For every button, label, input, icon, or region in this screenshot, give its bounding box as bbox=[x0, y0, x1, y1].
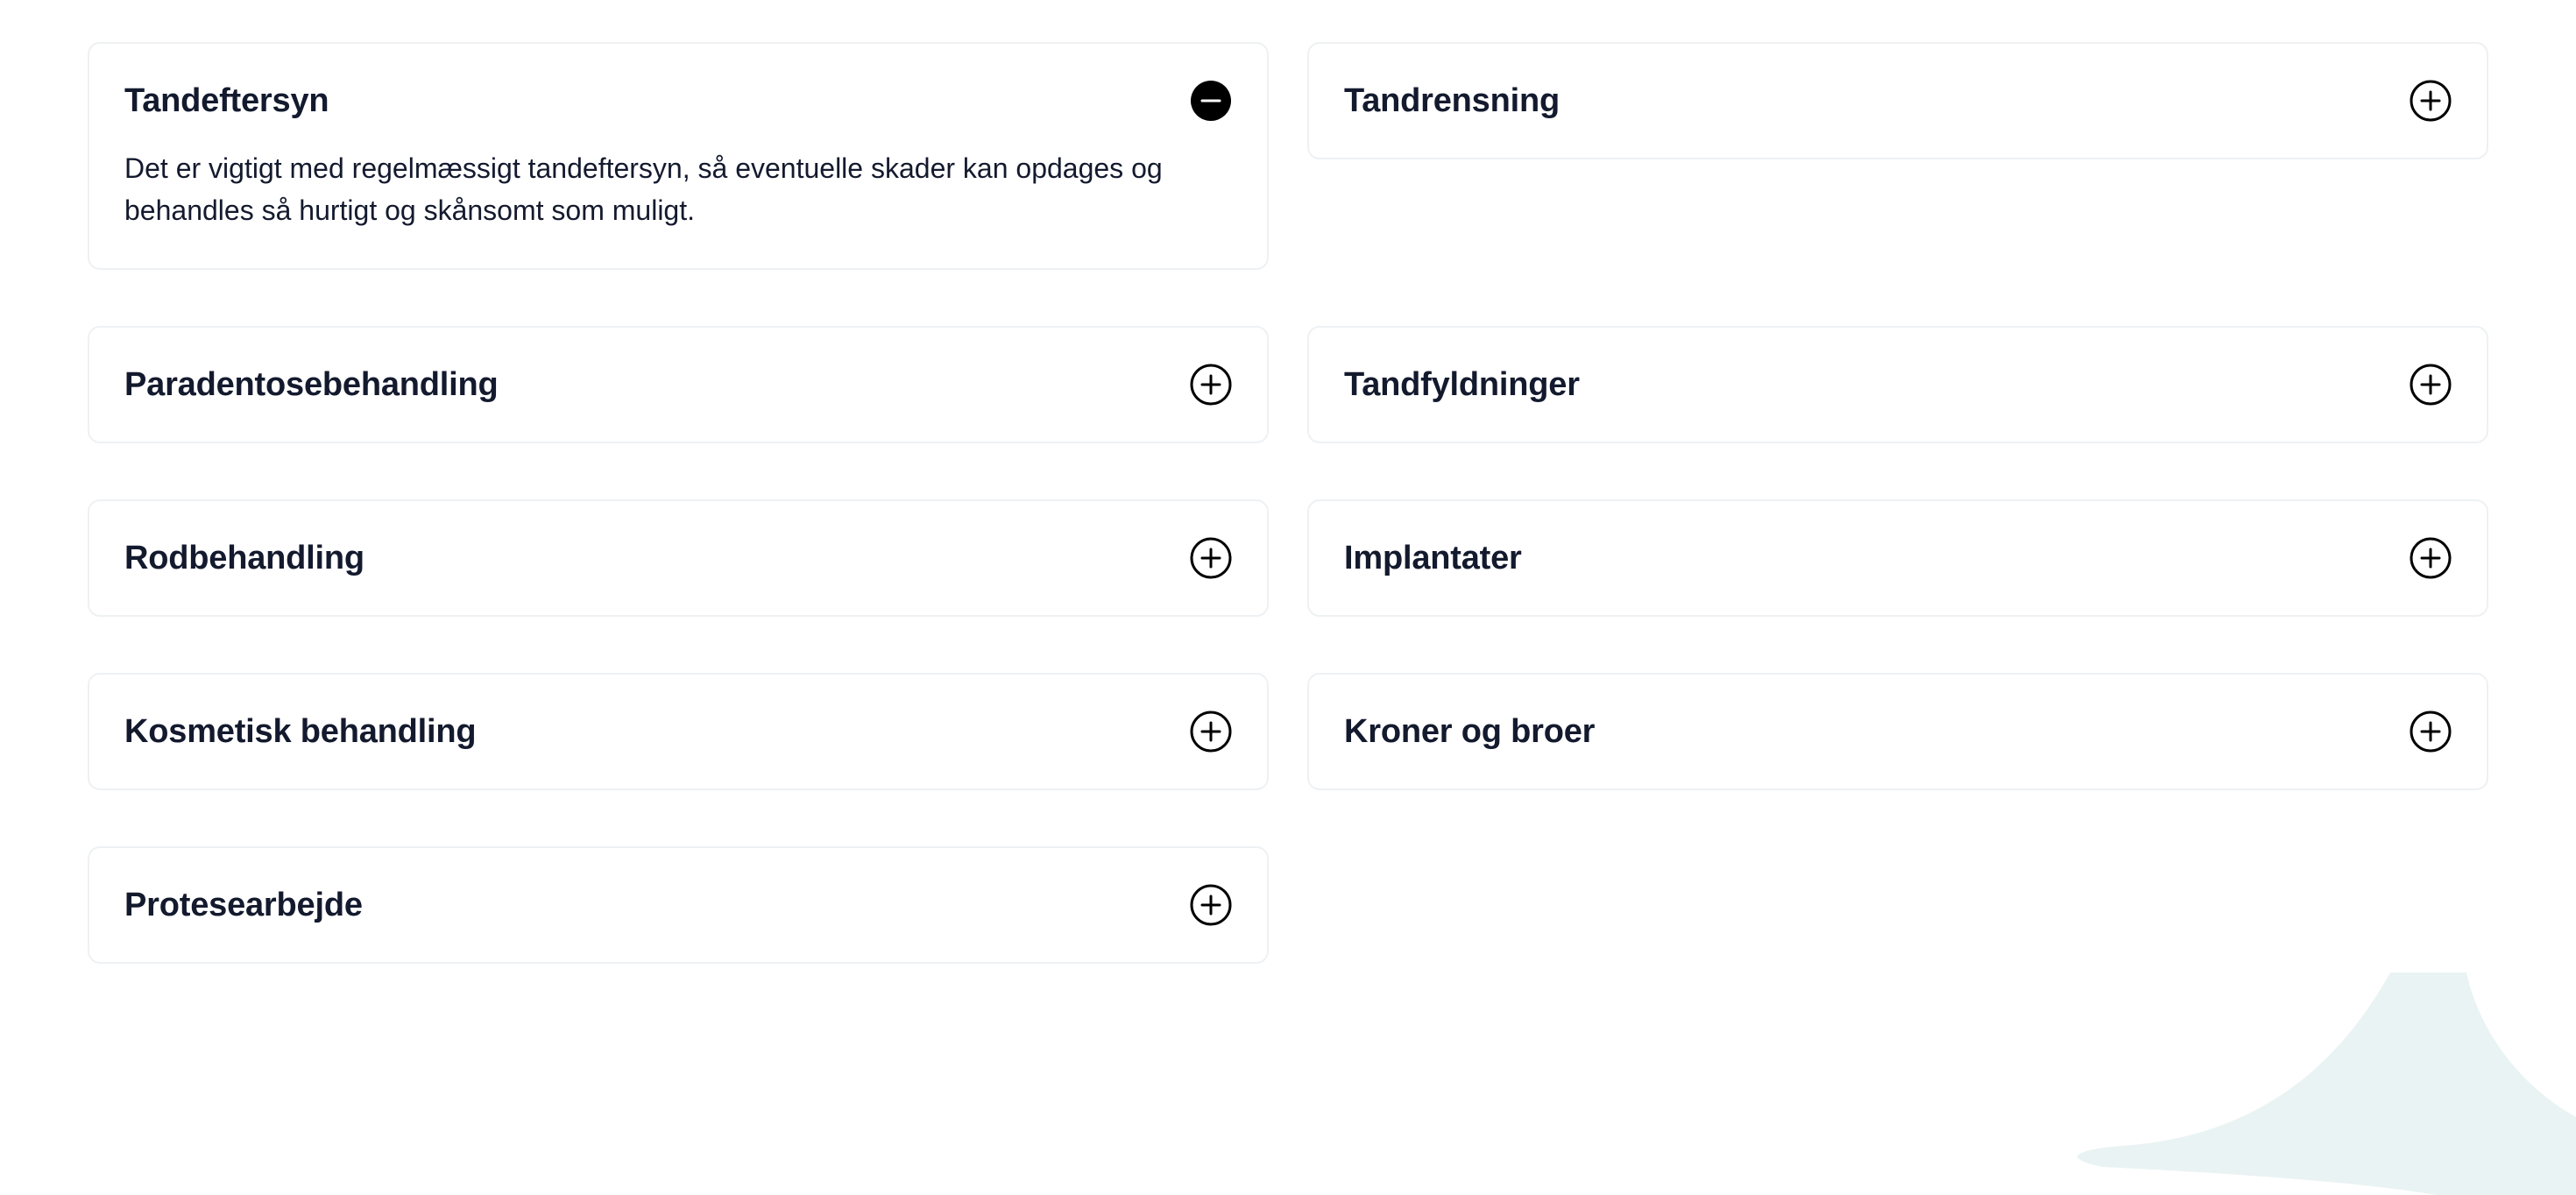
accordion-item-tandeftersyn: Tandeftersyn Det er vigtigt med regelmæs… bbox=[88, 42, 1269, 270]
accordion-title: Kroner og broer bbox=[1344, 712, 1596, 750]
accordion-item-paradentosebehandling: Paradentosebehandling bbox=[88, 326, 1269, 443]
accordion-header-rodbehandling[interactable]: Rodbehandling bbox=[124, 501, 1232, 615]
plus-circle-icon[interactable] bbox=[2410, 80, 2452, 122]
accordion-item-tandfyldninger: Tandfyldninger bbox=[1307, 326, 2488, 443]
plus-circle-icon[interactable] bbox=[1190, 537, 1232, 579]
accordion-item-protesearbejde: Protesearbejde bbox=[88, 846, 1269, 964]
accordion-header-protesearbejde[interactable]: Protesearbejde bbox=[124, 848, 1232, 962]
accordion-item-kosmetisk-behandling: Kosmetisk behandling bbox=[88, 673, 1269, 790]
accordion-title: Tandrensning bbox=[1344, 81, 1560, 119]
plus-circle-icon[interactable] bbox=[2410, 537, 2452, 579]
accordion-title: Paradentosebehandling bbox=[124, 365, 499, 403]
accordion-title: Tandfyldninger bbox=[1344, 365, 1580, 403]
accordion-title: Implantater bbox=[1344, 539, 1522, 576]
minus-circle-icon[interactable] bbox=[1190, 80, 1232, 122]
faq-grid: Tandeftersyn Det er vigtigt med regelmæs… bbox=[88, 42, 2488, 964]
accordion-header-paradentosebehandling[interactable]: Paradentosebehandling bbox=[124, 328, 1232, 442]
plus-circle-icon[interactable] bbox=[1190, 364, 1232, 406]
accordion-header-tandrensning[interactable]: Tandrensning bbox=[1344, 44, 2452, 158]
accordion-title: Kosmetisk behandling bbox=[124, 712, 477, 750]
accordion-item-kroner-og-broer: Kroner og broer bbox=[1307, 673, 2488, 790]
accordion-header-tandeftersyn[interactable]: Tandeftersyn bbox=[124, 44, 1232, 158]
plus-circle-icon[interactable] bbox=[2410, 711, 2452, 753]
accordion-item-rodbehandling: Rodbehandling bbox=[88, 499, 1269, 617]
accordion-header-kroner-og-broer[interactable]: Kroner og broer bbox=[1344, 675, 2452, 788]
accordion-title: Protesearbejde bbox=[124, 886, 363, 923]
plus-circle-icon[interactable] bbox=[2410, 364, 2452, 406]
accordion-header-implantater[interactable]: Implantater bbox=[1344, 501, 2452, 615]
plus-circle-icon[interactable] bbox=[1190, 711, 1232, 753]
plus-circle-icon[interactable] bbox=[1190, 884, 1232, 926]
accordion-title: Tandeftersyn bbox=[124, 81, 329, 119]
accordion-header-kosmetisk-behandling[interactable]: Kosmetisk behandling bbox=[124, 675, 1232, 788]
accordion-item-implantater: Implantater bbox=[1307, 499, 2488, 617]
accordion-body-text: Det er vigtigt med regelmæssigt tandefte… bbox=[124, 152, 1163, 226]
accordion-title: Rodbehandling bbox=[124, 539, 364, 576]
accordion-header-tandfyldninger[interactable]: Tandfyldninger bbox=[1344, 328, 2452, 442]
accordion-item-tandrensning: Tandrensning bbox=[1307, 42, 2488, 159]
